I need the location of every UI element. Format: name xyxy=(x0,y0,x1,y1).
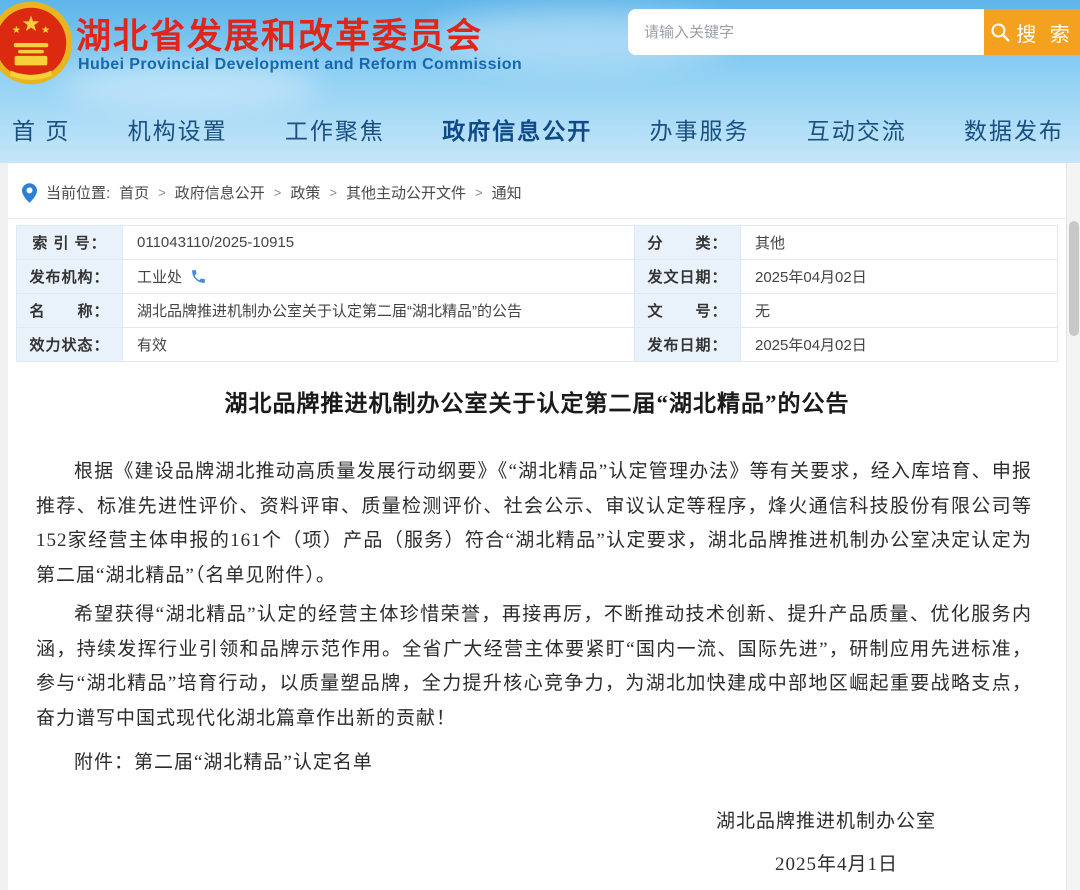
article-body: 根据《建设品牌湖北推动高质量发展行动纲要》《“湖北精品”认定管理办法》等有关要求… xyxy=(36,455,1032,876)
table-row: 效力状态： 有效 发布日期： 2025年04月02日 xyxy=(17,328,1058,362)
breadcrumb-separator: > xyxy=(158,185,166,200)
search-icon xyxy=(990,22,1010,42)
issuing-agency-text: 工业处 xyxy=(137,266,182,287)
meta-label-issuing-agency: 发布机构： xyxy=(17,260,123,294)
meta-value-index-no: 011043110/2025-10915 xyxy=(123,226,635,260)
nav-item-org[interactable]: 机构设置 xyxy=(128,112,228,146)
breadcrumb-separator: > xyxy=(475,185,483,200)
document-meta-table: 索 引 号： 011043110/2025-10915 分 类： 其他 发布机构… xyxy=(16,225,1058,362)
meta-value-title: 湖北品牌推进机制办公室关于认定第二届“湖北精品”的公告 xyxy=(123,294,635,328)
search-input[interactable] xyxy=(628,9,984,55)
meta-label-doc-number: 文 号： xyxy=(635,294,741,328)
meta-value-issue-date: 2025年04月02日 xyxy=(741,260,1058,294)
meta-label-title: 名 称： xyxy=(17,294,123,328)
page: 湖北省发展和改革委员会 Hubei Provincial Development… xyxy=(0,0,1080,890)
search-box: 搜 索 xyxy=(628,9,1080,55)
meta-value-publish-date: 2025年04月02日 xyxy=(741,328,1058,362)
breadcrumb-prefix: 当前位置: xyxy=(46,182,110,203)
breadcrumb-item-gov-info[interactable]: 政府信息公开 xyxy=(175,182,265,203)
table-row: 名 称： 湖北品牌推进机制办公室关于认定第二届“湖北精品”的公告 文 号： 无 xyxy=(17,294,1058,328)
meta-label-index-no: 索 引 号： xyxy=(17,226,123,260)
phone-icon[interactable] xyxy=(190,268,207,285)
article-title: 湖北品牌推进机制办公室关于认定第二届“湖北精品”的公告 xyxy=(8,384,1066,418)
article: 湖北品牌推进机制办公室关于认定第二届“湖北精品”的公告 根据《建设品牌湖北推动高… xyxy=(8,384,1066,876)
article-date: 2025年4月1日 xyxy=(36,849,1032,876)
article-signature: 湖北品牌推进机制办公室 xyxy=(36,806,1032,833)
site-title: 湖北省发展和改革委员会 xyxy=(76,8,483,59)
breadcrumb-separator: > xyxy=(329,185,337,200)
national-emblem-logo xyxy=(0,0,74,86)
attachment-link[interactable]: 附件：第二届“湖北精品”认定名单 xyxy=(36,746,1032,780)
meta-value-issuing-agency: 工业处 xyxy=(123,260,635,294)
breadcrumb-item-home[interactable]: 首页 xyxy=(119,182,149,203)
breadcrumb-item-policy[interactable]: 政策 xyxy=(290,182,320,203)
breadcrumb: 当前位置: 首页 > 政府信息公开 > 政策 > 其他主动公开文件 > 通知 xyxy=(8,163,1066,219)
meta-label-issue-date: 发文日期： xyxy=(635,260,741,294)
meta-value-doc-number: 无 xyxy=(741,294,1058,328)
article-paragraph-2: 希望获得“湖北精品”认定的经营主体珍惜荣誉，再接再厉，不断推动技术创新、提升产品… xyxy=(36,598,1032,736)
main-nav: 首 页 机构设置 工作聚焦 政府信息公开 办事服务 互动交流 数据发布 xyxy=(0,101,1080,163)
nav-item-gov-info[interactable]: 政府信息公开 xyxy=(442,112,592,146)
site-banner: 湖北省发展和改革委员会 Hubei Provincial Development… xyxy=(0,0,1080,163)
scrollbar-thumb[interactable] xyxy=(1069,221,1079,336)
table-row: 索 引 号： 011043110/2025-10915 分 类： 其他 xyxy=(17,226,1058,260)
meta-label-category: 分 类： xyxy=(635,226,741,260)
location-pin-icon xyxy=(22,183,37,203)
nav-item-data-release[interactable]: 数据发布 xyxy=(964,112,1064,146)
content-panel: 当前位置: 首页 > 政府信息公开 > 政策 > 其他主动公开文件 > 通知 索… xyxy=(8,163,1066,890)
nav-item-interaction[interactable]: 互动交流 xyxy=(807,112,907,146)
nav-item-services[interactable]: 办事服务 xyxy=(649,112,749,146)
meta-label-validity: 效力状态： xyxy=(17,328,123,362)
vertical-scrollbar[interactable] xyxy=(1066,163,1080,890)
search-button-label: 搜 索 xyxy=(1016,18,1074,47)
breadcrumb-item-notice[interactable]: 通知 xyxy=(492,182,522,203)
table-row: 发布机构： 工业处 发文日期： 2025年04月02日 xyxy=(17,260,1058,294)
breadcrumb-item-other-docs[interactable]: 其他主动公开文件 xyxy=(346,182,466,203)
meta-label-publish-date: 发布日期： xyxy=(635,328,741,362)
nav-item-work-focus[interactable]: 工作聚焦 xyxy=(285,112,385,146)
meta-value-validity: 有效 xyxy=(123,328,635,362)
site-subtitle: Hubei Provincial Development and Reform … xyxy=(78,56,522,74)
meta-value-category: 其他 xyxy=(741,226,1058,260)
breadcrumb-separator: > xyxy=(274,185,282,200)
article-paragraph-1: 根据《建设品牌湖北推动高质量发展行动纲要》《“湖北精品”认定管理办法》等有关要求… xyxy=(36,455,1032,593)
search-button[interactable]: 搜 索 xyxy=(984,9,1080,55)
nav-item-home[interactable]: 首 页 xyxy=(12,112,70,146)
